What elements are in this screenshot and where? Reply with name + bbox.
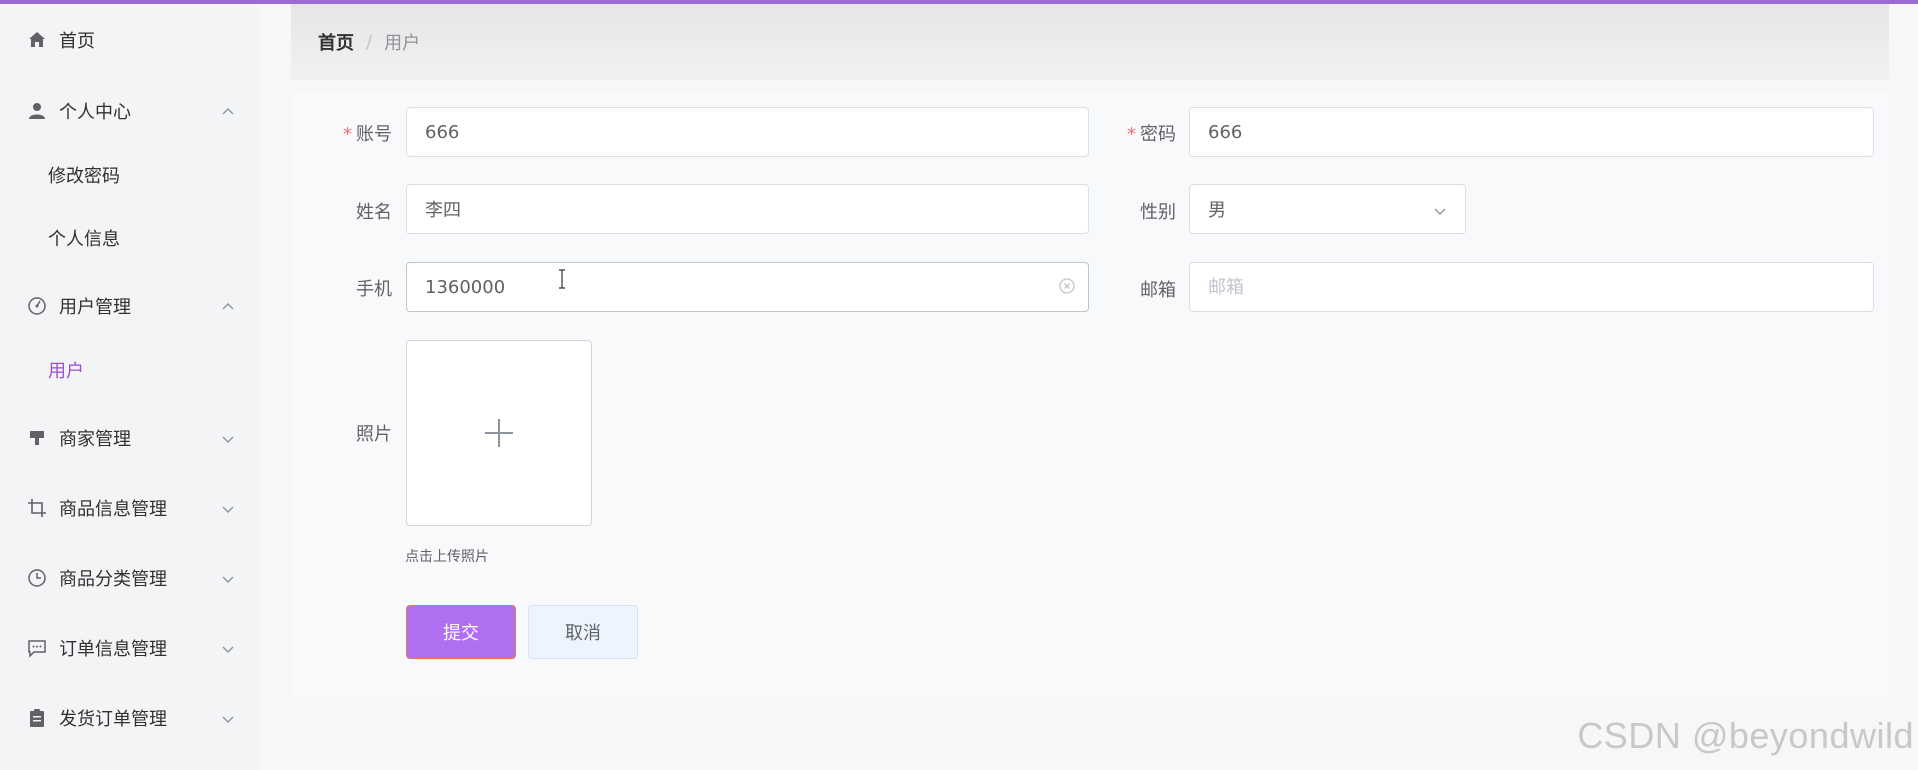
breadcrumb-current: 用户 xyxy=(384,33,421,54)
sidebar-item-home[interactable]: 首页 xyxy=(0,17,261,63)
name-label: 姓名 xyxy=(356,202,392,223)
text-cursor-icon xyxy=(557,269,567,289)
dashboard-icon xyxy=(27,296,47,316)
account-label: * 账号 xyxy=(343,124,392,145)
gender-select[interactable]: 男 xyxy=(1189,184,1466,234)
chevron-up-icon xyxy=(221,299,235,313)
chevron-up-icon xyxy=(221,104,235,118)
plus-icon xyxy=(485,419,513,447)
photo-label: 照片 xyxy=(356,424,392,445)
upload-tip: 点击上传照片 xyxy=(405,549,489,565)
top-accent-bar xyxy=(0,0,1918,4)
cancel-button[interactable]: 取消 xyxy=(528,605,638,659)
breadcrumb-home[interactable]: 首页 xyxy=(318,29,354,55)
clock-icon xyxy=(27,568,47,588)
sidebar-item-label: 用户 xyxy=(48,361,84,382)
chevron-down-icon xyxy=(221,571,235,585)
chevron-down-icon xyxy=(221,431,235,445)
sidebar: 首页 个人中心 修改密码 个人信息 用户管理 用户 商家管理 商品信息管理 商品… xyxy=(0,0,261,770)
sidebar-item-product-category-management[interactable]: 商品分类管理 xyxy=(0,555,261,601)
phone-label: 手机 xyxy=(356,279,392,300)
sidebar-item-personal-info[interactable]: 个人信息 xyxy=(0,215,261,261)
sidebar-item-user[interactable]: 用户 xyxy=(0,347,261,393)
email-label: 邮箱 xyxy=(1140,280,1176,301)
photo-uploader[interactable] xyxy=(406,340,592,526)
sidebar-item-label: 个人信息 xyxy=(48,229,120,250)
breadcrumb-separator: / xyxy=(366,31,373,53)
sidebar-item-label: 个人中心 xyxy=(59,102,131,123)
sidebar-item-change-password[interactable]: 修改密码 xyxy=(0,152,261,198)
sidebar-item-label: 商品分类管理 xyxy=(59,569,167,590)
password-label: * 密码 xyxy=(1127,124,1176,145)
gender-label: 性别 xyxy=(1140,202,1176,223)
sidebar-item-user-management[interactable]: 用户管理 xyxy=(0,283,261,329)
phone-input[interactable] xyxy=(406,262,1089,312)
user-form-card: *账号 *密码 姓名 性别 男 手机 邮箱 照片 点击上传照片 提交 取消 xyxy=(291,92,1889,702)
clear-icon[interactable] xyxy=(1058,277,1076,295)
sidebar-item-label: 首页 xyxy=(59,31,95,52)
sidebar-item-order-info-management[interactable]: 订单信息管理 xyxy=(0,625,261,671)
account-input[interactable] xyxy=(406,107,1089,157)
sidebar-item-label: 订单信息管理 xyxy=(59,639,167,660)
submit-button[interactable]: 提交 xyxy=(406,605,516,659)
sidebar-item-merchant-management[interactable]: 商家管理 xyxy=(0,415,261,461)
sidebar-item-label: 商品信息管理 xyxy=(59,499,167,520)
chevron-down-icon xyxy=(221,711,235,725)
user-icon xyxy=(27,101,47,121)
sidebar-item-shipping-order-management[interactable]: 发货订单管理 xyxy=(0,695,261,741)
watermark: CSDN @beyondwild xyxy=(1577,715,1914,756)
name-input[interactable] xyxy=(406,184,1089,234)
chevron-down-icon xyxy=(221,501,235,515)
crop-icon xyxy=(27,498,47,518)
sidebar-item-personal-center[interactable]: 个人中心 xyxy=(0,88,261,134)
clipboard-icon xyxy=(27,708,47,728)
home-icon xyxy=(27,30,47,50)
chat-icon xyxy=(27,638,47,658)
sidebar-item-product-info-management[interactable]: 商品信息管理 xyxy=(0,485,261,531)
password-input[interactable] xyxy=(1189,107,1874,157)
chevron-down-icon xyxy=(1433,203,1447,217)
sidebar-item-label: 发货订单管理 xyxy=(59,709,167,730)
sidebar-item-label: 修改密码 xyxy=(48,166,120,187)
gender-selected-value: 男 xyxy=(1208,200,1226,221)
brush-icon xyxy=(27,428,47,448)
sidebar-item-label: 商家管理 xyxy=(59,429,131,450)
sidebar-item-label: 用户管理 xyxy=(59,297,131,318)
breadcrumb: 首页 / 用户 xyxy=(291,4,1889,80)
chevron-down-icon xyxy=(221,641,235,655)
email-input[interactable] xyxy=(1189,262,1874,312)
